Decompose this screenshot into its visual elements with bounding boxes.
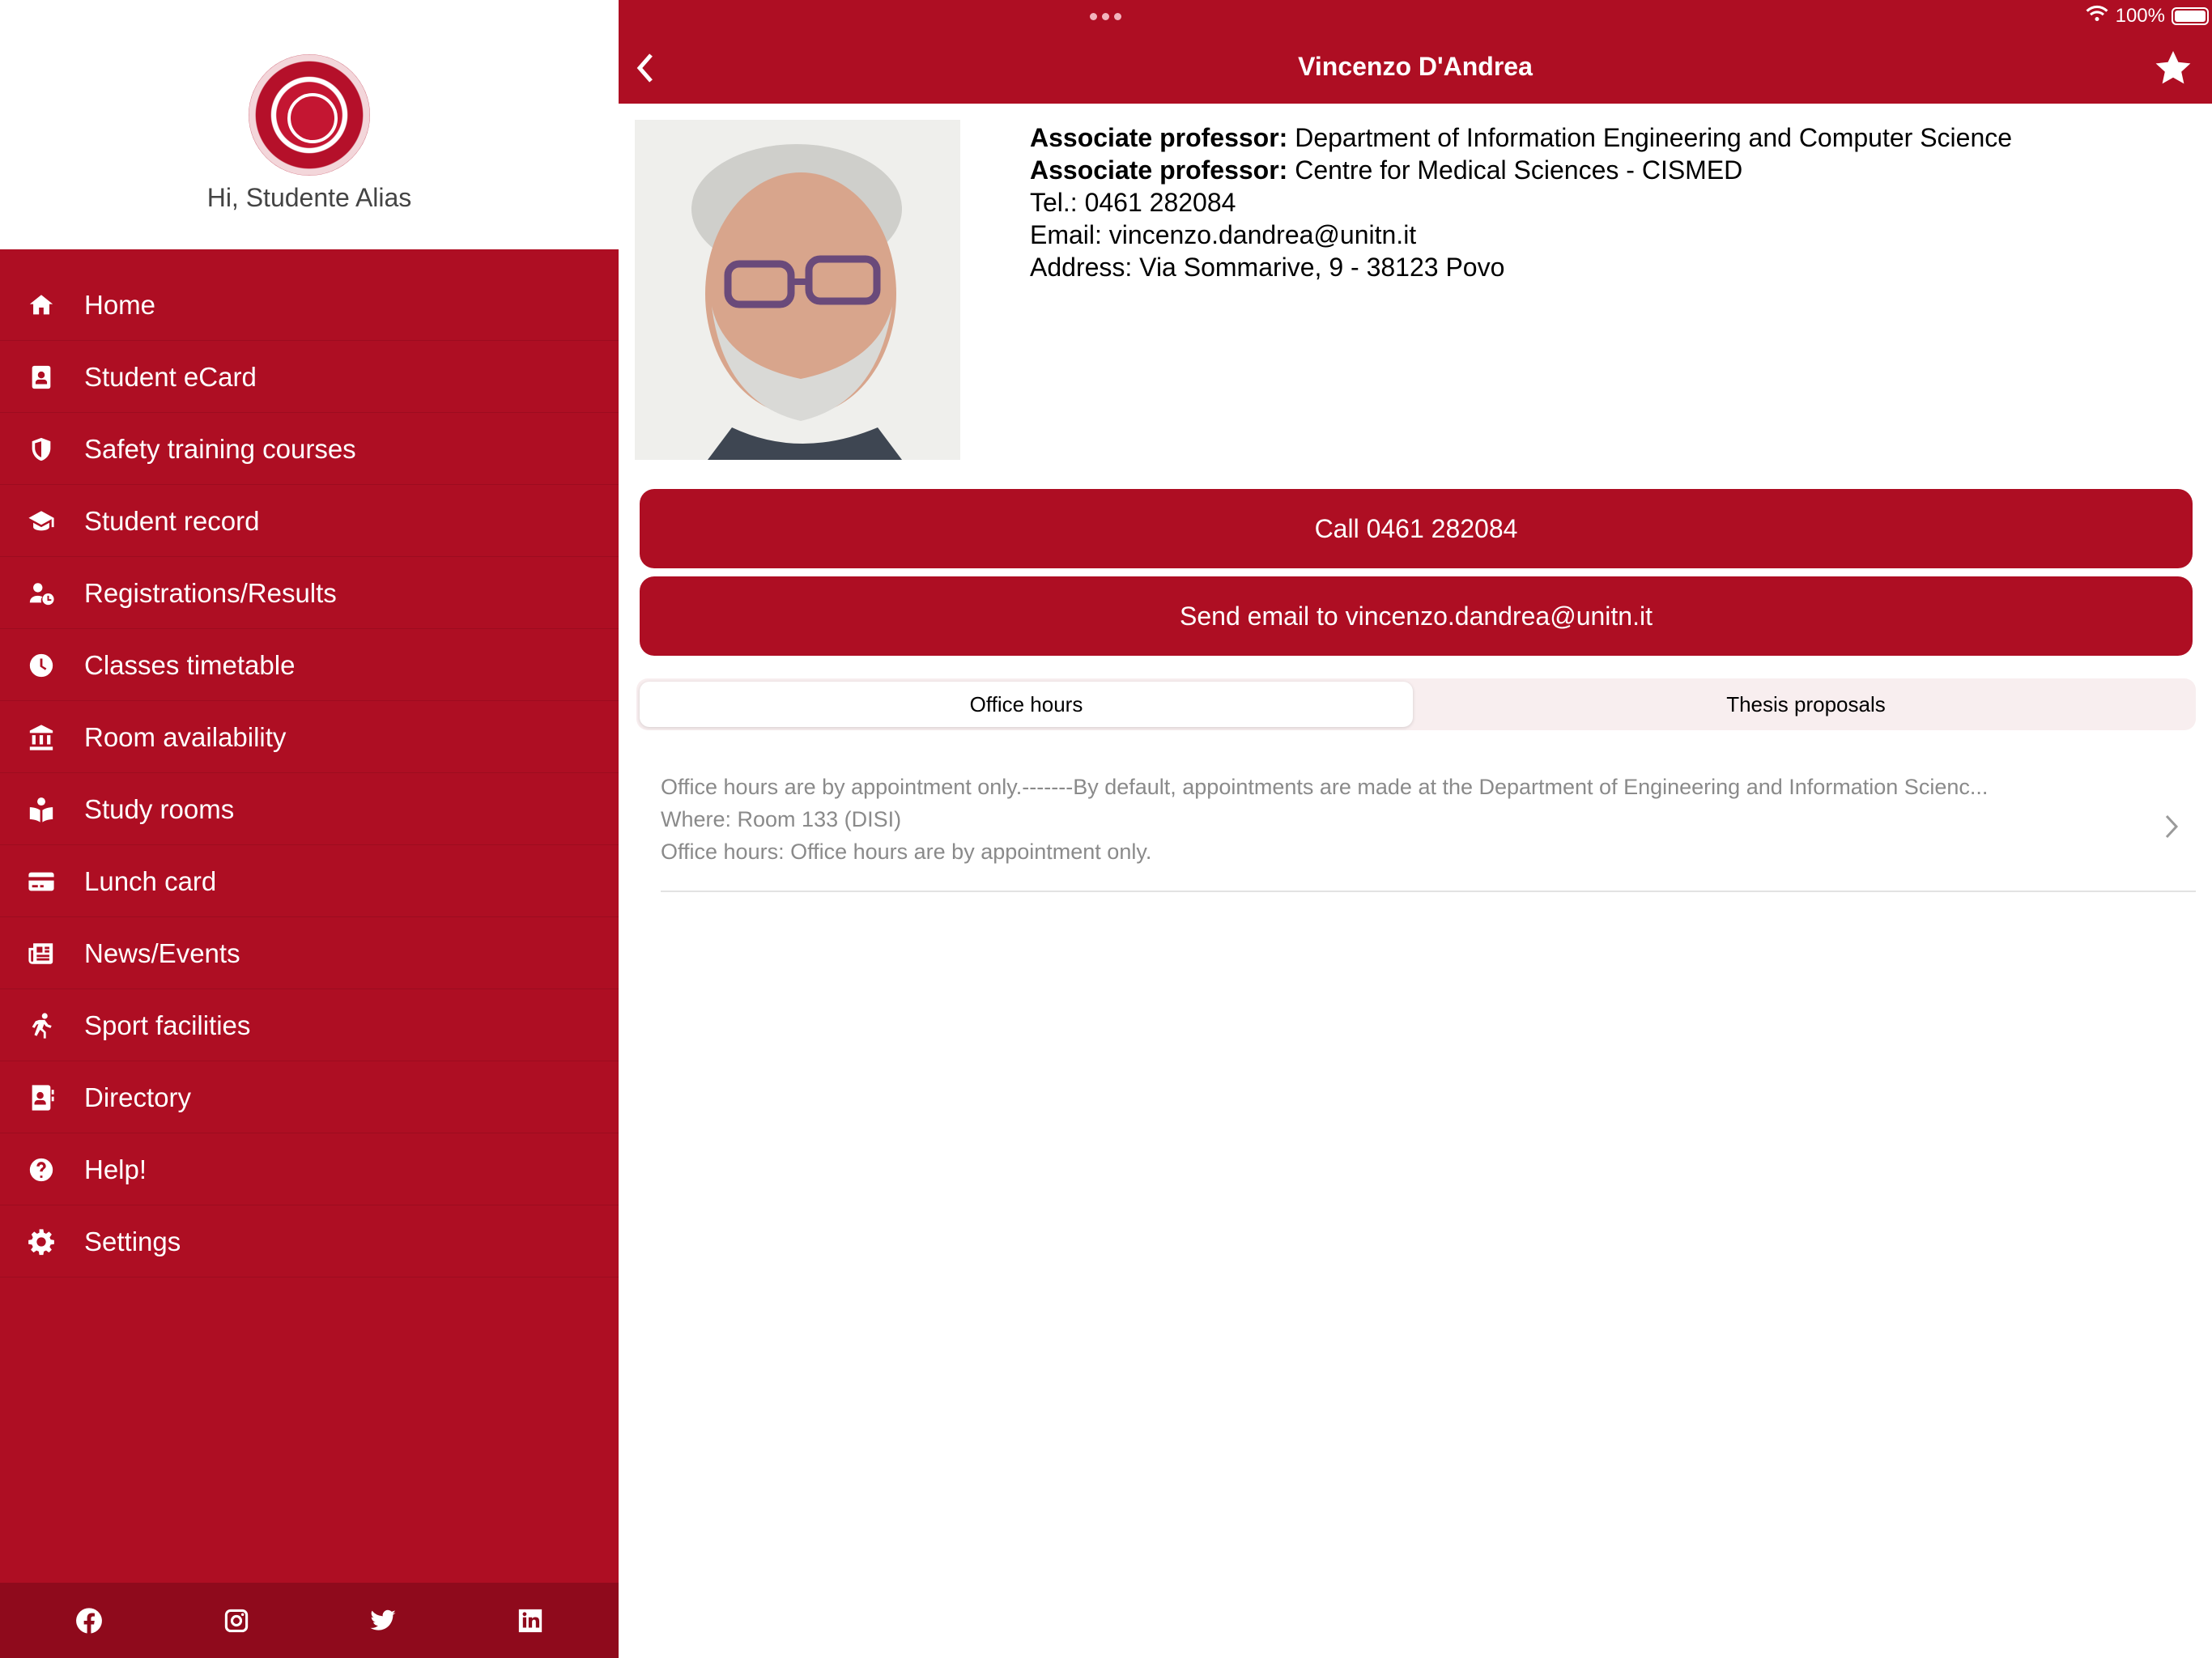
greeting-text: Hi, Studente Alias [206,183,412,212]
sidebar-item-directory[interactable]: Directory [0,1061,619,1133]
email-line: Email: vincenzo.dandrea@unitn.it [1030,220,1417,249]
address-line: Address: Via Sommarive, 9 - 38123 Povo [1030,253,1505,282]
linkedin-icon[interactable] [517,1607,544,1635]
building-icon [28,724,55,751]
clock-icon [28,652,55,679]
newspaper-icon [28,940,55,967]
detail-panel: 100% Vincenzo D'Andrea Associate profess… [619,0,2212,1658]
sidebar-item-label: Directory [84,1082,192,1112]
graduation-cap-icon [28,508,55,535]
sidebar-item-label: Lunch card [84,866,217,896]
sidebar-item-label: Classes timetable [84,650,296,680]
sidebar-item-label: Registrations/Results [84,578,337,608]
sidebar-item-sport-facilities[interactable]: Sport facilities [0,989,619,1061]
running-icon [28,1012,55,1039]
home-icon [28,291,55,319]
telephone-line: Tel.: 0461 282084 [1030,188,1236,217]
university-seal-logo [249,54,370,176]
send-email-button[interactable]: Send email to vincenzo.dandrea@unitn.it [640,576,2193,656]
sidebar-item-label: Room availability [84,722,287,752]
instagram-icon[interactable] [223,1607,250,1635]
shield-icon [28,436,55,463]
office-hours-location: Where: Room 133 (DISI) [661,807,902,831]
battery-percentage: 100% [2115,5,2165,27]
question-circle-icon [28,1156,55,1184]
sidebar-item-study-rooms[interactable]: Study rooms [0,773,619,845]
facebook-icon[interactable] [75,1607,103,1635]
sidebar-item-student-ecard[interactable]: Student eCard [0,341,619,413]
sidebar-item-label: Settings [84,1226,181,1256]
sidebar-item-room-availability[interactable]: Room availability [0,701,619,773]
sidebar-item-label: News/Events [84,938,240,968]
navigation-bar: 100% Vincenzo D'Andrea [619,0,2212,104]
sidebar-item-label: Sport facilities [84,1010,251,1040]
user-clock-icon [28,580,55,607]
credit-card-icon [28,868,55,895]
sidebar: Hi, Studente Alias Home Student eCard Sa… [0,0,619,1658]
call-button[interactable]: Call 0461 282084 [640,489,2193,568]
sidebar-item-lunch-card[interactable]: Lunch card [0,845,619,917]
sidebar-item-label: Student record [84,506,260,536]
tab-thesis-proposals[interactable]: Thesis proposals [1419,682,2193,727]
office-hours-list-item[interactable]: Office hours are by appointment only.---… [661,771,2196,892]
tab-office-hours[interactable]: Office hours [640,682,1413,727]
office-hours-description: Office hours are by appointment only.---… [661,775,1989,799]
book-reader-icon [28,796,55,823]
sidebar-item-label: Study rooms [84,794,235,824]
sidebar-header: Hi, Studente Alias [0,0,619,249]
segmented-control: Office hours Thesis proposals [636,678,2196,730]
sidebar-item-label: Student eCard [84,362,257,392]
contact-info: Associate professor: Department of Infor… [1030,121,2012,283]
office-hours-summary: Office hours: Office hours are by appoin… [661,840,1152,864]
sidebar-menu: Home Student eCard Safety training cours… [0,269,619,1278]
page-title: Vincenzo D'Andrea [1298,52,1533,81]
status-bar: 100% [2085,3,2209,29]
sidebar-item-label: Help! [84,1154,147,1184]
favorite-star-icon[interactable] [2154,49,2193,87]
role-line-1: Associate professor: Department of Infor… [1030,123,2013,152]
battery-icon [2172,7,2209,25]
address-book-icon [28,1084,55,1112]
sidebar-item-home[interactable]: Home [0,269,619,341]
sidebar-item-registrations-results[interactable]: Registrations/Results [0,557,619,629]
social-links-bar [0,1583,619,1658]
role-line-2: Associate professor: Centre for Medical … [1030,155,1743,185]
wifi-icon [2085,5,2109,28]
sidebar-item-label: Safety training courses [84,434,356,464]
multitasking-dots[interactable] [1090,10,1138,20]
sidebar-item-label: Home [84,290,156,320]
sidebar-item-news-events[interactable]: News/Events [0,917,619,989]
sidebar-item-safety-training[interactable]: Safety training courses [0,413,619,485]
gear-icon [28,1228,55,1256]
twitter-icon[interactable] [369,1607,397,1635]
profile-photo [635,120,960,460]
id-card-icon [28,363,55,391]
sidebar-item-classes-timetable[interactable]: Classes timetable [0,629,619,701]
sidebar-item-settings[interactable]: Settings [0,1205,619,1278]
sidebar-item-student-record[interactable]: Student record [0,485,619,557]
chevron-right-icon [2163,813,2180,840]
sidebar-item-help[interactable]: Help! [0,1133,619,1205]
